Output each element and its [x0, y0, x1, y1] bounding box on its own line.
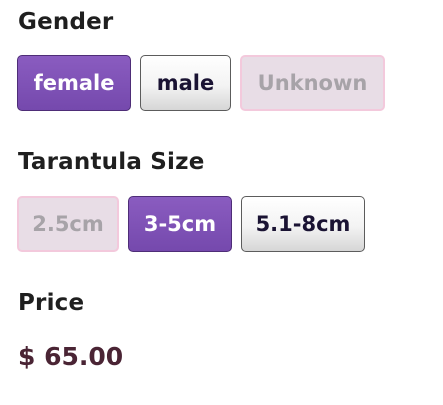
- gender-option-female[interactable]: female: [17, 55, 131, 111]
- size-option-2-5cm: 2.5cm: [17, 196, 119, 252]
- price-label: Price: [18, 290, 85, 316]
- gender-option-male[interactable]: male: [140, 55, 231, 111]
- size-label: Tarantula Size: [18, 149, 205, 175]
- size-option-5-1-8cm[interactable]: 5.1-8cm: [241, 196, 365, 252]
- price-value: $ 65.00: [18, 342, 124, 371]
- size-option-3-5cm[interactable]: 3-5cm: [128, 196, 232, 252]
- gender-label: Gender: [18, 9, 114, 35]
- gender-option-unknown: Unknown: [240, 55, 385, 111]
